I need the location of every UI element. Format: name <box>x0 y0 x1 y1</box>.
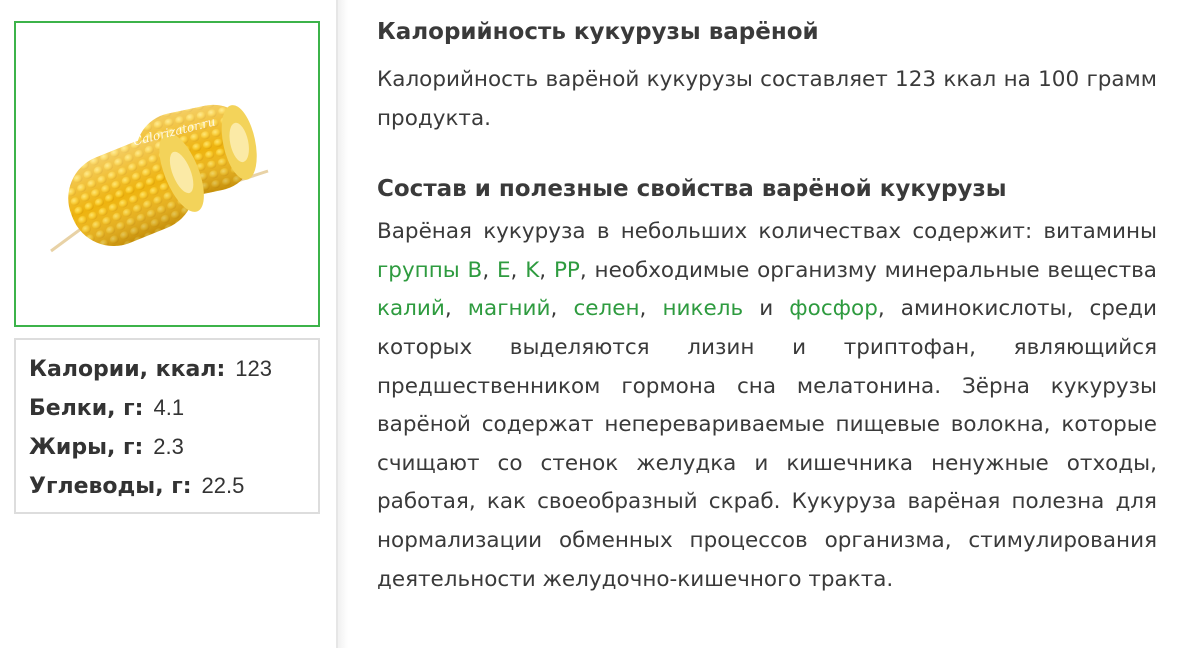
link-vitamin-e[interactable]: E <box>497 258 511 283</box>
separator: , <box>482 257 497 283</box>
nutrition-value: 4.1 <box>153 395 185 420</box>
calorie-heading: Калорийность кукурузы варёной <box>377 19 819 45</box>
link-magnesium[interactable]: магний <box>468 296 551 321</box>
link-vitamin-pp[interactable]: PP <box>554 258 580 283</box>
nutrition-label: Углеводы, г: <box>29 474 192 499</box>
composition-paragraph: Варёная кукуруза в небольших количествах… <box>377 213 1157 599</box>
link-potassium[interactable]: калий <box>377 296 445 321</box>
text-span: Варёная кукуруза в небольших количествах… <box>377 219 1157 245</box>
link-vitamin-group-b[interactable]: группы B <box>377 258 482 283</box>
corn-cob-icon: Calorizator.ru <box>50 104 269 253</box>
column-divider-shadow <box>338 0 348 648</box>
nutrition-value: 2.3 <box>153 434 184 459</box>
nutrition-row-calories: Калории, ккал: 123 <box>29 355 272 384</box>
separator: , <box>444 296 468 322</box>
nutrition-row-protein: Белки, г: 4.1 <box>29 394 184 423</box>
product-image-frame[interactable]: Calorizator.ru <box>14 21 320 327</box>
text-span: и <box>743 296 790 322</box>
nutrition-label: Калории, ккал: <box>29 357 226 382</box>
text-span: , аминокислоты, среди которых выделяются… <box>377 296 1157 592</box>
nutrition-row-fat: Жиры, г: 2.3 <box>29 433 184 462</box>
nutrition-row-carbs: Углеводы, г: 22.5 <box>29 472 244 501</box>
link-vitamin-k[interactable]: K <box>525 258 539 283</box>
nutrition-facts-box: Калории, ккал: 123 Белки, г: 4.1 Жиры, г: 2… <box>14 338 320 514</box>
separator: , <box>639 296 663 322</box>
text-span: , необходимые организму минеральные веще… <box>579 257 1157 283</box>
composition-heading: Состав и полезные свойства варёной кукур… <box>377 176 1007 203</box>
nutrition-label: Жиры, г: <box>29 435 144 460</box>
link-nickel[interactable]: никель <box>662 296 743 321</box>
separator: , <box>510 257 526 283</box>
article-content: Калорийность кукурузы варёной Калорийнос… <box>377 12 1157 599</box>
nutrition-value: 22.5 <box>201 473 245 498</box>
separator: , <box>539 257 554 283</box>
link-phosphorus[interactable]: фосфор <box>789 296 878 321</box>
link-selenium[interactable]: селен <box>573 296 639 321</box>
separator: , <box>550 296 574 322</box>
nutrition-value: 123 <box>235 356 272 381</box>
nutrition-label: Белки, г: <box>29 396 144 421</box>
calorie-paragraph: Калорийность варёной кукурузы составляет… <box>377 67 1157 131</box>
